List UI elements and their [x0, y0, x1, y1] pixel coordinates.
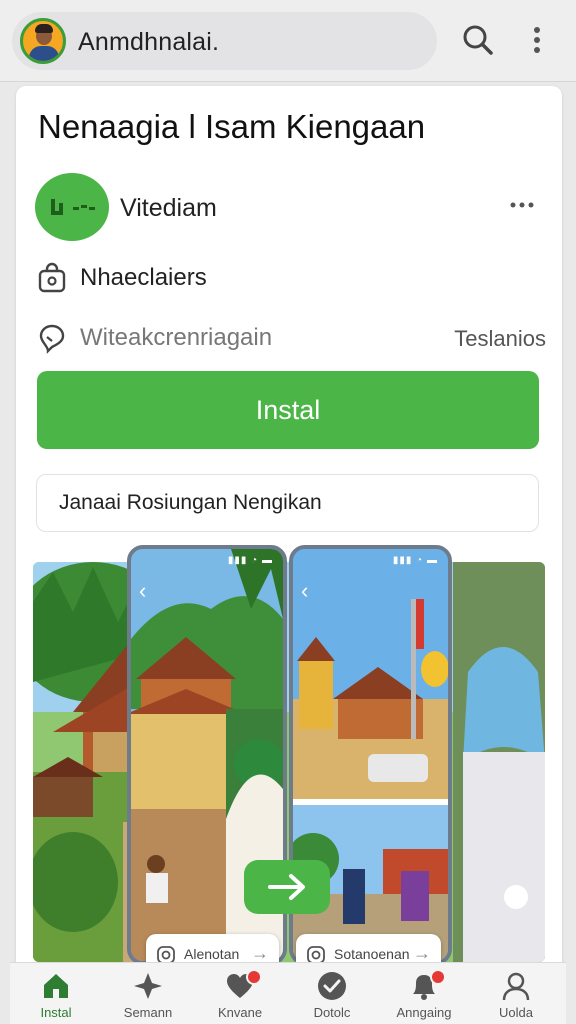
- app-bar-title: Anmdhnalai.: [78, 28, 220, 56]
- phone-back-icon: ‹: [139, 578, 147, 603]
- arrow-right-icon: →: [413, 943, 431, 963]
- next-arrow-button[interactable]: [244, 860, 330, 914]
- nav-item-favorites[interactable]: Knvane: [194, 963, 286, 1024]
- chip-label: Sotanoenan: [334, 946, 410, 962]
- notification-badge: [430, 969, 446, 985]
- phone-status-bar: ▮▮▮ ◔ ▬: [227, 555, 273, 566]
- phone-status-bar: ▮▮▮ ◔ ▬: [392, 555, 438, 566]
- notification-badge: [246, 969, 262, 985]
- chip-label: Alenotan: [184, 946, 240, 962]
- nav-item-explore[interactable]: Semann: [102, 963, 194, 1024]
- nav-label: Uolda: [499, 1005, 533, 1020]
- location-icon: [36, 322, 68, 354]
- nav-label: Instal: [40, 1005, 72, 1020]
- phone-back-icon: ‹: [301, 578, 309, 603]
- category-row: Nhaeclaiers: [36, 258, 546, 298]
- install-button[interactable]: Instal: [37, 371, 539, 449]
- developer-more-icon[interactable]: [507, 196, 537, 214]
- app-search-bar[interactable]: Anmdhnalai.: [12, 12, 437, 70]
- more-vert-icon[interactable]: [517, 20, 557, 60]
- description-text: Janaai Rosiungan Nengikan: [59, 491, 322, 514]
- bottom-navigation: Instal Semann Knvane Dotolc Anngaing Uol…: [10, 962, 566, 1024]
- home-icon: [40, 970, 72, 1002]
- developer-name[interactable]: Vitediam: [120, 194, 217, 223]
- developer-logo[interactable]: [35, 173, 109, 241]
- subtitle-label: Witeakcrenriagain: [80, 324, 273, 351]
- app-details-card: Nenaagia l Isam Kiengaan Vitediam Nhaecl…: [16, 86, 562, 1024]
- nav-item-profile[interactable]: Uolda: [470, 963, 562, 1024]
- explore-icon: [132, 970, 164, 1002]
- search-icon[interactable]: [458, 20, 498, 60]
- nav-item-home[interactable]: Instal: [10, 963, 102, 1024]
- description-box[interactable]: Janaai Rosiungan Nengikan: [36, 474, 539, 532]
- page-title: Nenaagia l Isam Kiengaan: [38, 108, 426, 145]
- nav-item-notifications[interactable]: Anngaing: [378, 963, 470, 1024]
- arrow-right-icon: →: [251, 943, 269, 963]
- nav-label: Dotolc: [313, 1005, 351, 1020]
- nav-item-done[interactable]: Dotolc: [286, 963, 378, 1024]
- subtitle-right-label: Teslanios: [454, 326, 546, 351]
- check-icon: [316, 970, 348, 1002]
- top-app-bar: Anmdhnalai.: [0, 0, 576, 82]
- nav-label: Semann: [123, 1005, 173, 1020]
- avatar[interactable]: [20, 18, 66, 64]
- bag-icon: [36, 262, 68, 294]
- profile-icon: [500, 970, 532, 1002]
- subtitle-row: Witeakcrenriagain Teslanios: [36, 318, 546, 358]
- nav-label: Anngaing: [396, 1005, 452, 1020]
- category-label: Nhaeclaiers: [80, 264, 207, 291]
- arrow-right-icon: [268, 874, 305, 900]
- nav-label: Knvane: [217, 1005, 263, 1020]
